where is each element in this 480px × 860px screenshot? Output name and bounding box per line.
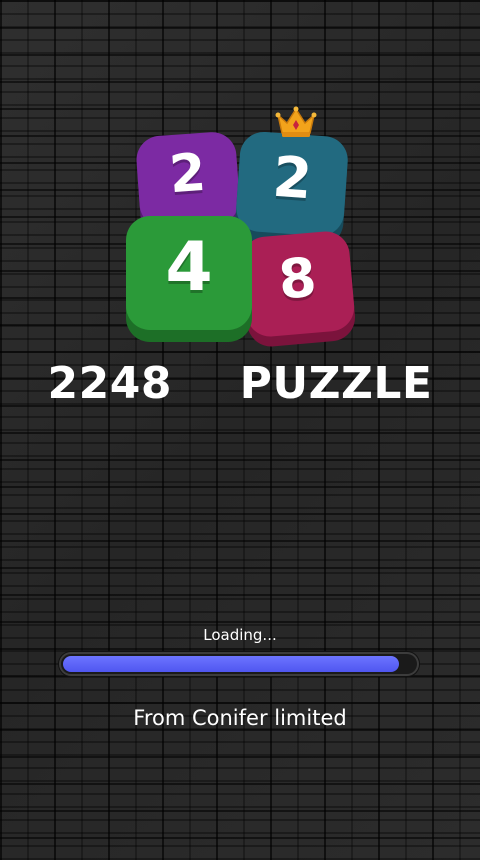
loading-label: Loading... — [203, 626, 277, 644]
logo-tile-purple: 2 — [134, 130, 242, 230]
logo-tile-crimson: 8 — [239, 229, 357, 339]
logo-tile-number: 2 — [167, 142, 208, 206]
splash-screen: 2 2 8 4 2248 PUZZLE Loading... From Coni… — [0, 0, 480, 860]
game-title: 2248 PUZZLE — [47, 358, 433, 409]
logo-tile-number: 2 — [270, 144, 315, 212]
developer-credit: From Conifer limited — [133, 706, 347, 730]
logo-tile-number: 8 — [276, 245, 319, 312]
crown-icon — [275, 106, 317, 137]
loading-progress-bar — [59, 652, 419, 676]
loading-progress-fill — [63, 656, 399, 672]
logo-tile-number: 4 — [165, 227, 213, 307]
logo-tile-green: 4 — [126, 216, 252, 330]
logo-tile-teal: 2 — [234, 130, 350, 238]
